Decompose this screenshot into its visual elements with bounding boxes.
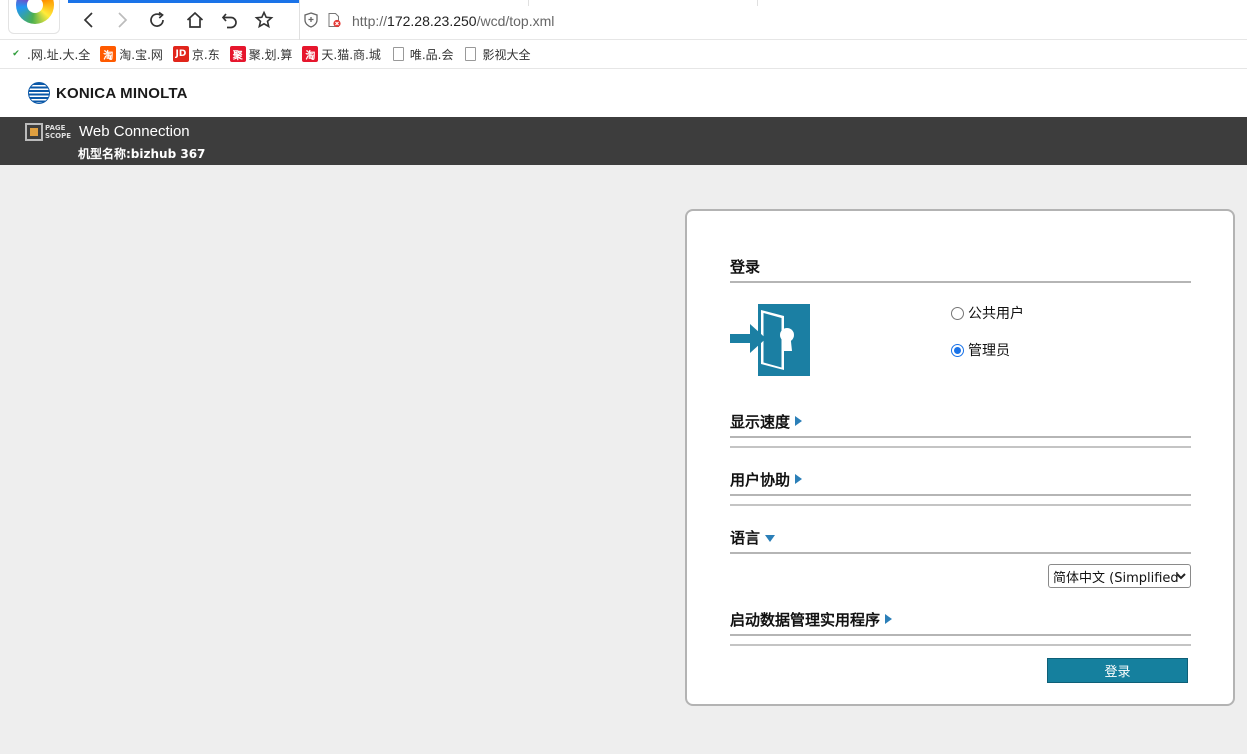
brand-name: KONICA MINOLTA — [56, 84, 188, 102]
display-speed-toggle[interactable]: 显示速度 — [730, 410, 1191, 432]
public-user-label: 公共用户 — [968, 306, 1024, 322]
url-path: /wcd/top.xml — [476, 13, 555, 29]
bookmark-movies[interactable]: 影视大全 — [463, 43, 530, 65]
pagescope-text-1: PAGE — [45, 124, 66, 132]
public-user-option[interactable]: 公共用户 — [951, 303, 1024, 323]
taobao-icon: 淘 — [100, 46, 117, 62]
url-host: 172.28.23.250 — [387, 13, 477, 29]
shield-icon[interactable] — [304, 12, 318, 28]
page-icon — [465, 47, 477, 61]
bookmark-label: 聚.划.算 — [248, 47, 293, 62]
display-speed-label: 显示速度 — [730, 412, 791, 431]
url-text[interactable]: http://172.28.23.250/wcd/top.xml — [352, 13, 554, 29]
back-button[interactable] — [78, 9, 100, 31]
bookmark-taobao[interactable]: 淘淘.宝.网 — [100, 43, 163, 65]
bookmark-label: .网.址.大.全 — [27, 47, 91, 62]
divider — [730, 644, 1191, 646]
undo-icon — [221, 13, 237, 29]
tmall-icon: 淘 — [302, 46, 319, 62]
user-assist-label: 用户协助 — [730, 470, 791, 489]
divider — [730, 436, 1191, 438]
favorite-button[interactable] — [253, 9, 275, 31]
jd-icon: JD — [172, 46, 189, 62]
address-bar[interactable]: http://172.28.23.250/wcd/top.xml — [300, 6, 757, 36]
door-login-icon — [730, 304, 810, 376]
insecure-page-icon[interactable] — [326, 12, 342, 28]
data-util-label: 启动数据管理实用程序 — [730, 610, 881, 629]
browser-toolbar: http://172.28.23.250/wcd/top.xml — [0, 0, 1247, 40]
forward-button[interactable] — [111, 9, 133, 31]
language-select[interactable]: 简体中文 (Simplified — [1048, 564, 1191, 588]
expand-right-icon — [795, 474, 803, 484]
bookmark-tmall[interactable]: 淘天.猫.商.城 — [302, 43, 381, 65]
pagescope-text-2: SCOPE — [45, 132, 72, 140]
expand-right-icon — [795, 416, 803, 426]
divider — [730, 494, 1191, 496]
bookmark-vip[interactable]: 唯.品.会 — [391, 43, 454, 65]
language-label: 语言 — [730, 528, 761, 547]
chevron-left-icon — [83, 12, 93, 28]
user-assist-toggle[interactable]: 用户协助 — [730, 468, 1191, 490]
admin-option[interactable]: 管理员 — [951, 340, 1024, 360]
divider — [730, 504, 1191, 506]
app-title: Web Connection — [79, 123, 190, 140]
chevron-right-icon — [118, 12, 128, 28]
reload-button[interactable] — [146, 9, 168, 31]
pagescope-icon — [25, 123, 43, 141]
star-icon — [254, 10, 274, 29]
bookmark-label: 天.猫.商.城 — [321, 47, 381, 62]
admin-radio[interactable] — [951, 343, 964, 357]
brand-logo: KONICA MINOLTA — [28, 82, 188, 104]
user-assist-section: 用户协助 — [730, 468, 1191, 506]
reload-icon — [150, 11, 164, 27]
browser-logo-icon[interactable] — [8, 0, 60, 34]
tab-separator — [757, 0, 758, 6]
bookmark-label: 影视大全 — [482, 47, 531, 62]
bookmark-label: 唯.品.会 — [409, 47, 454, 62]
bookmark-jd[interactable]: JD 京.东 — [172, 43, 220, 65]
undo-close-button[interactable] — [219, 9, 241, 31]
page-icon — [392, 47, 404, 61]
display-speed-section: 显示速度 — [730, 410, 1191, 448]
juhuasuan-icon: 聚 — [229, 46, 246, 62]
bookmark-hao[interactable]: ✔ .网.址.大.全 — [8, 43, 90, 65]
divider — [730, 552, 1191, 554]
login-title: 登录 — [730, 255, 1191, 277]
bookmark-label: 淘.宝.网 — [119, 47, 163, 62]
model-name: 机型名称:bizhub 367 — [78, 147, 206, 161]
url-scheme: http:// — [352, 13, 388, 29]
data-util-section: 启动数据管理实用程序 — [730, 608, 1191, 646]
login-panel: 登录 公共用户 管理员 显示速度 用户协助 语言 简体中文 (Simplifie… — [685, 209, 1235, 706]
public-user-radio[interactable] — [951, 306, 964, 320]
login-button[interactable]: 登录 — [1047, 658, 1188, 683]
bookmarks-bar: ✔ .网.址.大.全 淘淘.宝.网 JD 京.东 聚聚.划.算 淘天.猫.商.城 唯… — [0, 40, 1247, 69]
hao-icon: ✔ — [8, 46, 24, 62]
chevron-down-icon — [1176, 573, 1186, 580]
language-section: 语言 — [730, 526, 1191, 554]
divider — [730, 281, 1191, 283]
login-title-text: 登录 — [730, 257, 761, 276]
brand-globe-icon — [28, 82, 50, 104]
app-bar: PAGE SCOPE Web Connection 机型名称:bizhub 367 — [0, 117, 1247, 165]
divider — [730, 446, 1191, 448]
user-type-group: 公共用户 管理员 — [951, 303, 1024, 377]
home-icon — [186, 11, 204, 28]
site-header: KONICA MINOLTA — [0, 69, 1247, 117]
bookmark-label: 京.东 — [191, 47, 220, 62]
language-selected-value: 简体中文 (Simplified — [1053, 570, 1179, 586]
active-tab-indicator — [68, 0, 299, 3]
divider — [730, 634, 1191, 636]
login-section: 登录 — [730, 255, 1191, 283]
home-button[interactable] — [184, 9, 206, 31]
bookmark-juhuasuan[interactable]: 聚聚.划.算 — [229, 43, 293, 65]
pagescope-logo: PAGE SCOPE — [25, 121, 73, 143]
expand-down-icon — [765, 534, 776, 542]
data-util-toggle[interactable]: 启动数据管理实用程序 — [730, 608, 1191, 630]
language-toggle[interactable]: 语言 — [730, 526, 1191, 548]
admin-label: 管理员 — [968, 343, 1010, 359]
expand-right-icon — [885, 614, 893, 624]
